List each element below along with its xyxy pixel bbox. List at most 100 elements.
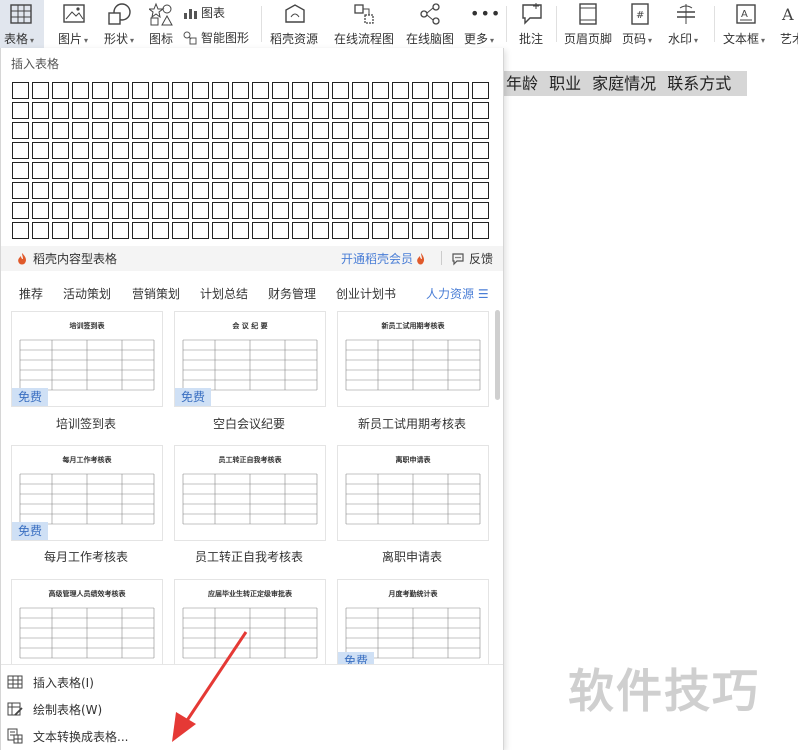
grid-cell[interactable] [312,122,329,139]
picture-button[interactable]: 图片 ▾ [56,0,96,48]
grid-cell[interactable] [132,182,149,199]
grid-cell[interactable] [292,142,309,159]
grid-cell[interactable] [112,102,129,119]
grid-cell[interactable] [232,222,249,239]
grid-cell[interactable] [292,182,309,199]
grid-cell[interactable] [92,82,109,99]
grid-cell[interactable] [432,202,449,219]
grid-cell[interactable] [112,162,129,179]
grid-cell[interactable] [472,122,489,139]
grid-cell[interactable] [72,162,89,179]
grid-cell[interactable] [392,202,409,219]
grid-cell[interactable] [452,202,469,219]
grid-cell[interactable] [232,162,249,179]
document-canvas[interactable] [500,48,798,749]
template-name[interactable]: 员工转正自我考核表 [174,548,324,565]
comment-button[interactable]: 批注 [514,0,550,48]
grid-cell[interactable] [172,222,189,239]
feedback-button[interactable]: 反馈 [451,250,493,267]
grid-cell[interactable] [312,102,329,119]
grid-cell[interactable] [172,82,189,99]
grid-cell[interactable] [292,102,309,119]
grid-cell[interactable] [112,222,129,239]
category-plan-summary[interactable]: 计划总结 [200,285,248,302]
grid-cell[interactable] [352,122,369,139]
grid-cell[interactable] [352,202,369,219]
grid-cell[interactable] [72,122,89,139]
online-mindmap-button[interactable]: 在线脑图 [404,0,456,48]
grid-cell[interactable] [92,102,109,119]
text-to-table-menu-item[interactable]: 文本转换成表格... [7,725,128,747]
grid-cell[interactable] [232,182,249,199]
grid-cell[interactable] [432,182,449,199]
grid-cell[interactable] [352,142,369,159]
grid-cell[interactable] [412,162,429,179]
grid-cell[interactable] [232,82,249,99]
grid-cell[interactable] [252,162,269,179]
grid-cell[interactable] [52,142,69,159]
grid-cell[interactable] [152,102,169,119]
grid-cell[interactable] [32,182,49,199]
grid-cell[interactable] [272,142,289,159]
grid-cell[interactable] [432,222,449,239]
grid-cell[interactable] [192,182,209,199]
grid-cell[interactable] [172,142,189,159]
grid-cell[interactable] [312,222,329,239]
grid-cell[interactable] [72,102,89,119]
grid-cell[interactable] [132,162,149,179]
grid-cell[interactable] [392,102,409,119]
grid-cell[interactable] [432,142,449,159]
grid-cell[interactable] [152,202,169,219]
grid-cell[interactable] [352,162,369,179]
grid-cell[interactable] [372,222,389,239]
grid-cell[interactable] [52,162,69,179]
grid-cell[interactable] [472,142,489,159]
grid-cell[interactable] [472,202,489,219]
grid-cell[interactable] [192,82,209,99]
grid-cell[interactable] [72,142,89,159]
grid-cell[interactable] [72,182,89,199]
grid-cell[interactable] [92,202,109,219]
template-name[interactable]: 新员工试用期考核表 [337,415,487,432]
grid-cell[interactable] [212,162,229,179]
icon-button[interactable]: 图标 [146,0,176,48]
grid-cell[interactable] [52,122,69,139]
grid-cell[interactable] [412,102,429,119]
grid-cell[interactable] [452,102,469,119]
grid-cell[interactable] [372,162,389,179]
grid-cell[interactable] [172,162,189,179]
table-button[interactable]: 表格 ▾ [0,0,44,48]
grid-cell[interactable] [112,122,129,139]
grid-cell[interactable] [352,102,369,119]
category-recommended[interactable]: 推荐 [19,285,43,302]
grid-cell[interactable] [212,202,229,219]
grid-cell[interactable] [332,102,349,119]
grid-cell[interactable] [72,222,89,239]
grid-cell[interactable] [152,162,169,179]
grid-cell[interactable] [272,162,289,179]
grid-cell[interactable] [232,122,249,139]
grid-cell[interactable] [212,222,229,239]
grid-cell[interactable] [472,82,489,99]
grid-cell[interactable] [132,202,149,219]
grid-cell[interactable] [392,142,409,159]
grid-cell[interactable] [452,122,469,139]
template-card[interactable]: 会 议 纪 要免费 [174,311,326,407]
grid-cell[interactable] [272,182,289,199]
template-card[interactable]: 月度考勤统计表 免费 [337,579,489,671]
grid-cell[interactable] [232,202,249,219]
template-name[interactable]: 每月工作考核表 [11,548,161,565]
template-name[interactable]: 空白会议纪要 [174,415,324,432]
template-card[interactable]: 离职申请表 [337,445,489,541]
grid-cell[interactable] [92,222,109,239]
grid-cell[interactable] [12,182,29,199]
category-business-plan[interactable]: 创业计划书 [336,285,396,302]
grid-cell[interactable] [332,162,349,179]
grid-cell[interactable] [192,102,209,119]
grid-cell[interactable] [292,162,309,179]
grid-cell[interactable] [132,82,149,99]
grid-cell[interactable] [452,142,469,159]
template-name[interactable]: 离职申请表 [337,548,487,565]
grid-cell[interactable] [12,82,29,99]
grid-cell[interactable] [332,142,349,159]
